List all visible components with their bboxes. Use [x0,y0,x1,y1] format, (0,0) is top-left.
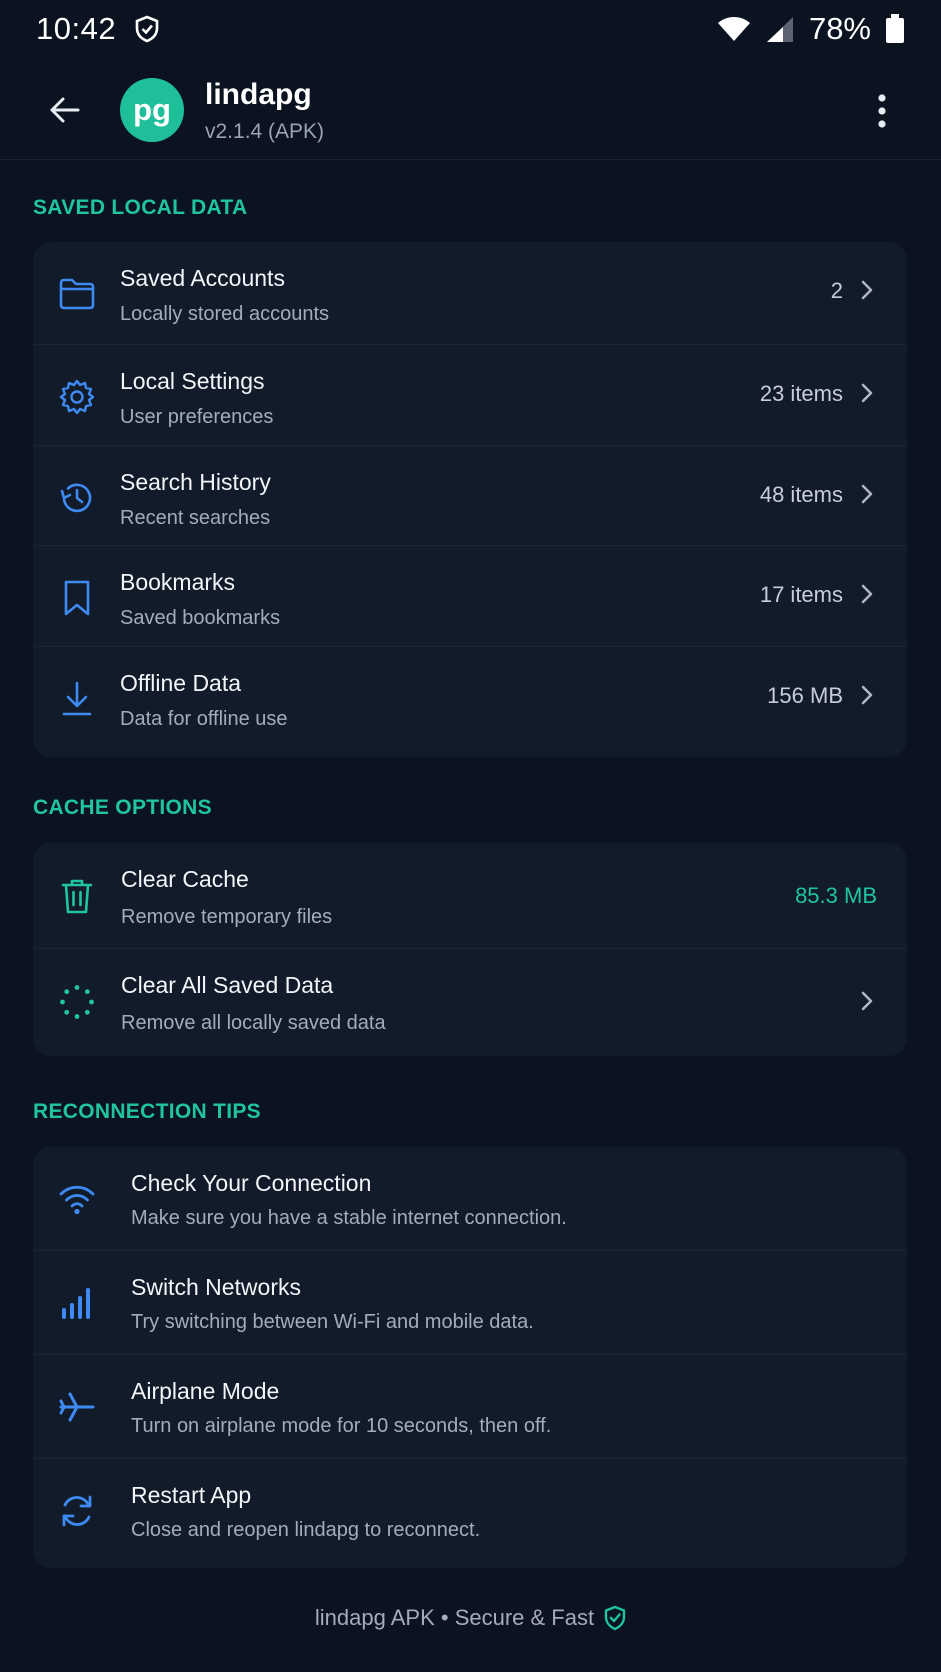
tip-title: Airplane Mode [131,1378,280,1404]
tip-description: Turn on airplane mode for 10 seconds, th… [131,1415,552,1437]
history-icon [57,478,97,518]
list-item-title: Local Settings [120,368,265,394]
battery-icon [885,14,905,44]
more-options-button[interactable] [862,88,902,134]
list-item-title: Saved Accounts [120,265,285,291]
list-item-title: Clear All Saved Data [121,972,334,998]
app-avatar: pg [120,78,184,142]
chevron-right-icon [857,989,877,1013]
chevron-right-icon [857,278,877,302]
list-item-title: Bookmarks [120,569,236,595]
more-vertical-icon [878,94,886,128]
tip-item-restart-app: Restart App Close and reopen lindapg to … [33,1459,907,1563]
airplane-icon [57,1387,97,1427]
battery-percentage: 78% [808,11,871,46]
tip-title: Restart App [131,1482,252,1508]
tip-item-switch-networks: Switch Networks Try switching between Wi… [33,1251,907,1355]
trash-icon [57,876,97,916]
list-item-title: Offline Data [120,669,242,696]
list-item-subtitle: Saved bookmarks [120,607,281,629]
tip-description: Make sure you have a stable internet con… [131,1207,567,1229]
footer-text: lindapg APK • Secure & Fast [314,1605,595,1630]
list-item-subtitle: Remove temporary files [121,906,333,928]
list-item-subtitle: Recent searches [120,506,271,529]
list-item-title: Search History [120,468,271,495]
cache-options-card: Clear Cache Remove temporary files 85.3 … [33,843,907,1056]
wifi-status-icon [717,15,751,43]
bookmark-icon [57,578,97,618]
signal-bars-icon [57,1283,97,1323]
list-item-value: 156 MB [767,682,843,708]
reconnection-tips-card: Check Your Connection Make sure you have… [33,1147,907,1568]
tip-title: Switch Networks [131,1274,301,1300]
app-version: v2.1.4 (APK) [205,120,325,143]
gear-icon [57,377,97,417]
tip-title: Check Your Connection [131,1170,372,1196]
list-item-saved-accounts[interactable]: Saved Accounts Locally stored accounts 2 [33,242,907,345]
wifi-icon [57,1179,97,1219]
refresh-icon [57,1491,97,1531]
section-header-reconnection-tips: RECONNECTION TIPS [33,1100,261,1123]
chevron-right-icon [857,381,877,405]
saved-local-data-card: Saved Accounts Locally stored accounts 2… [33,242,907,757]
cache-size-value: 85.3 MB [795,883,877,908]
list-item-value: 2 [830,278,843,303]
tip-description: Close and reopen lindapg to reconnect. [131,1519,481,1541]
tip-item-check-connection: Check Your Connection Make sure you have… [33,1147,907,1251]
download-icon [57,679,97,719]
tip-item-airplane-mode: Airplane Mode Turn on airplane mode for … [33,1355,907,1459]
list-item-bookmarks[interactable]: Bookmarks Saved bookmarks 17 items [33,546,907,647]
app-bar: pg lindapg v2.1.4 (APK) [0,62,941,160]
cellular-signal-icon [765,15,795,43]
list-item-local-settings[interactable]: Local Settings User preferences 23 items [33,345,907,446]
status-time: 10:42 [36,11,117,46]
list-item-subtitle: User preferences [120,406,274,428]
list-item-search-history[interactable]: Search History Recent searches 48 items [33,446,907,546]
chevron-right-icon [857,482,877,506]
list-item-title: Clear Cache [121,866,249,892]
shield-status-icon [134,15,160,43]
app-title: lindapg [205,78,312,111]
back-button[interactable] [42,88,86,132]
section-header-saved-local-data: SAVED LOCAL DATA [33,196,248,219]
chevron-right-icon [857,582,877,606]
arrow-left-icon [50,97,80,123]
chevron-right-icon [857,683,877,707]
list-item-value: 17 items [759,582,843,607]
section-header-cache-options: CACHE OPTIONS [33,796,212,819]
shield-check-icon [604,1605,626,1631]
dotted-circle-icon [57,982,97,1022]
tip-description: Try switching between Wi-Fi and mobile d… [131,1311,534,1333]
list-item-subtitle: Remove all locally saved data [121,1012,386,1034]
list-item-clear-all-saved-data[interactable]: Clear All Saved Data Remove all locally … [33,949,907,1055]
list-item-subtitle: Data for offline use [120,707,288,730]
list-item-clear-cache[interactable]: Clear Cache Remove temporary files 85.3 … [33,843,907,949]
list-item-subtitle: Locally stored accounts [120,303,330,325]
list-item-value: 23 items [759,381,843,406]
footer: lindapg APK • Secure & Fast [0,1605,941,1631]
folder-icon [57,274,97,314]
list-item-value: 48 items [759,481,843,507]
list-item-offline-data[interactable]: Offline Data Data for offline use 156 MB [33,647,907,748]
status-bar: 10:42 78% [0,0,941,58]
